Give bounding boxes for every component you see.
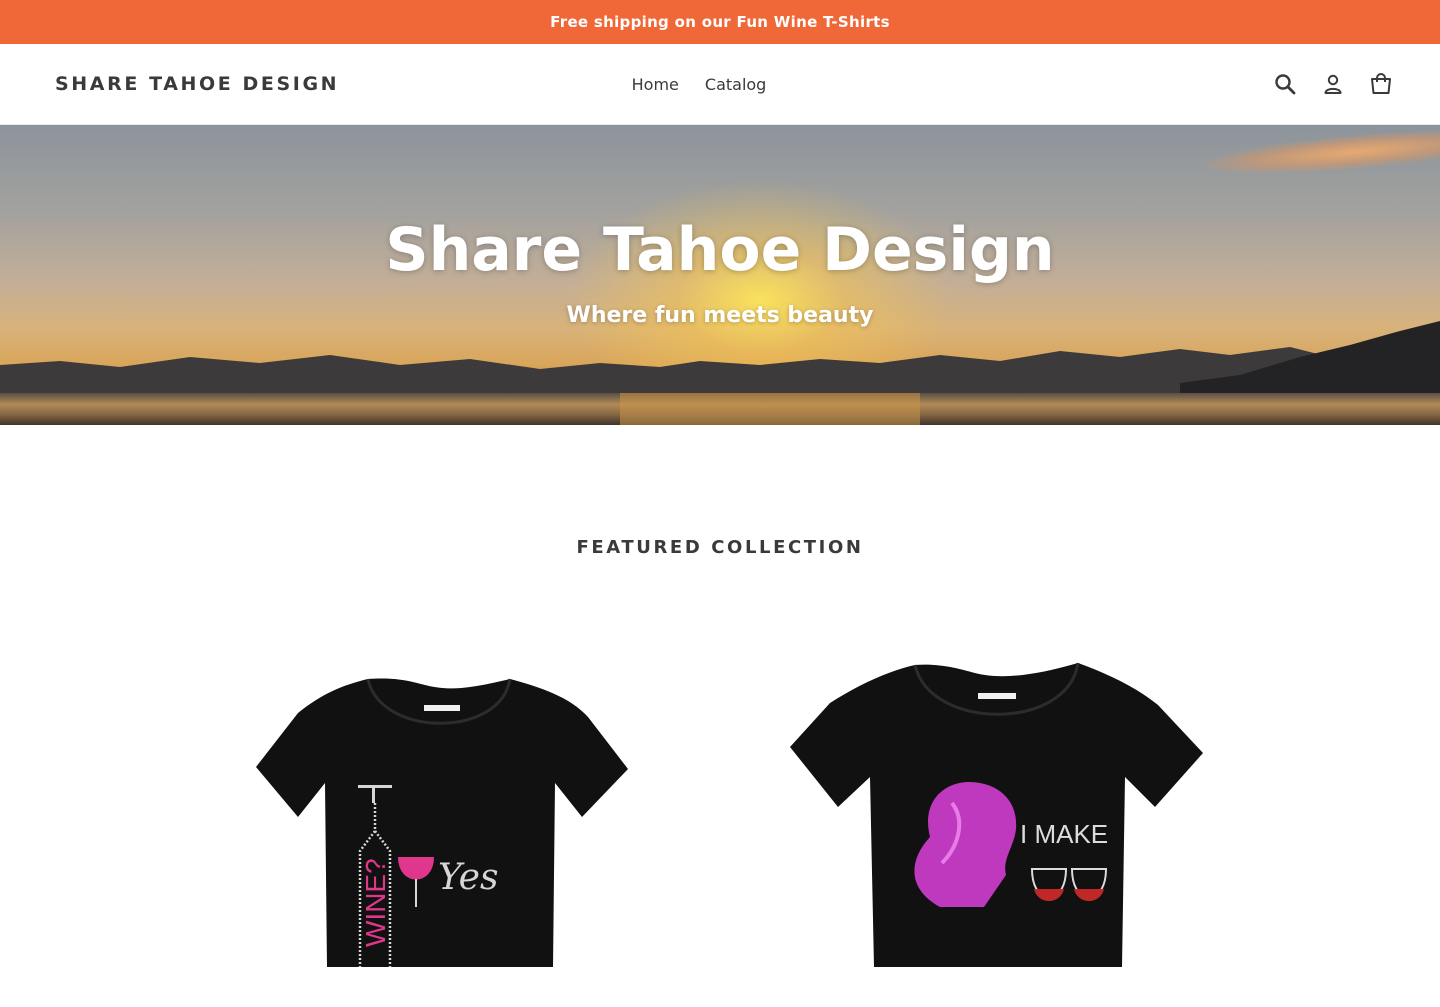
- product-card-i-make[interactable]: I MAKE: [770, 607, 1230, 1007]
- announcement-text: Free shipping on our Fun Wine T-Shirts: [550, 13, 890, 31]
- header-icons: [1272, 44, 1394, 124]
- featured-collection-title: FEATURED COLLECTION: [576, 537, 864, 558]
- search-icon[interactable]: [1272, 71, 1298, 97]
- product-card-wine-yes[interactable]: WINE? Yes: [210, 607, 670, 1007]
- nav-item-catalog[interactable]: Catalog: [705, 71, 766, 98]
- hero-subtitle: Where fun meets beauty: [566, 303, 874, 328]
- account-icon[interactable]: [1320, 71, 1346, 97]
- announcement-bar: Free shipping on our Fun Wine T-Shirts: [0, 0, 1440, 44]
- site-logo[interactable]: SHARE TAHOE DESIGN: [55, 44, 339, 124]
- shirt-print-yes-text: Yes: [438, 857, 498, 898]
- nav-item-home[interactable]: Home: [632, 71, 679, 98]
- product-image-i-make-tshirt: I MAKE: [790, 662, 1203, 967]
- hero-title: Share Tahoe Design: [385, 215, 1055, 285]
- product-grid: WINE? Yes I MAKE: [0, 607, 1440, 967]
- shirt-print-i-make-text: I MAKE: [1020, 819, 1108, 849]
- hero-banner: Share Tahoe Design Where fun meets beaut…: [0, 125, 1440, 425]
- shirt-print-wine-text: WINE?: [360, 858, 391, 947]
- product-image-wine-tshirt: WINE? Yes: [256, 678, 628, 967]
- site-header: SHARE TAHOE DESIGN Home Catalog: [0, 44, 1440, 125]
- cart-icon[interactable]: [1368, 71, 1394, 97]
